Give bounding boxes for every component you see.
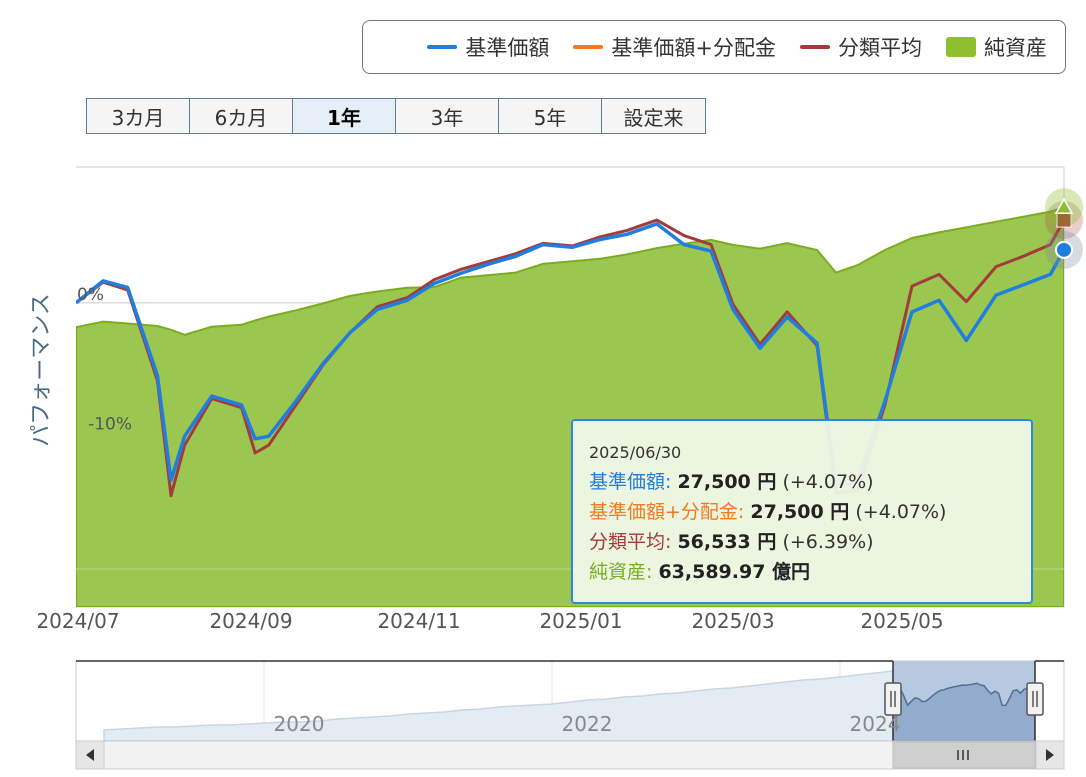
tooltip-navdist-value: 27,500 円: [750, 501, 850, 523]
chart-legend: 基準価額 基準価額+分配金 分類平均 純資産: [362, 20, 1066, 74]
tooltip-nav-label: 基準価額:: [589, 471, 672, 493]
tooltip-date: 2025/06/30: [589, 443, 682, 462]
navigator-handle-right[interactable]: [1026, 682, 1044, 716]
tooltip-row-category-avg: 分類平均: 56,533 円 (+6.39%): [589, 527, 1015, 557]
tooltip-avg-change: (+6.39%): [782, 531, 874, 553]
tooltip-navdist-label: 基準価額+分配金:: [589, 501, 745, 523]
range-button-since-inception[interactable]: 設定来: [602, 99, 705, 133]
legend-item-net-assets[interactable]: 純資産: [946, 32, 1047, 62]
chart-tooltip: 2025/06/30 基準価額: 27,500 円 (+4.07%) 基準価額+…: [571, 419, 1033, 604]
y-tick-label-0: 0%: [77, 285, 104, 305]
navigator-tick-label-1: 2022: [562, 712, 613, 736]
legend-box-net-assets: [946, 37, 976, 57]
tooltip-avg-label: 分類平均:: [589, 531, 672, 553]
tooltip-avg-value: 56,533 円: [677, 531, 777, 553]
legend-item-nav[interactable]: 基準価額: [427, 32, 549, 62]
range-selector: 3カ月 6カ月 1年 3年 5年 設定来: [86, 98, 706, 134]
x-tick-label-3: 2025/01: [539, 609, 622, 633]
navigator-tick-label-0: 2020: [274, 712, 325, 736]
range-button-1y[interactable]: 1年: [293, 99, 396, 133]
tooltip-row-nav-dist: 基準価額+分配金: 27,500 円 (+4.07%): [589, 497, 1015, 527]
x-tick-label-2: 2024/11: [377, 609, 460, 633]
navigator-tick-label-2: 2024: [850, 712, 901, 736]
navigator-handle-left[interactable]: [884, 682, 902, 716]
legend-label-nav: 基準価額: [465, 36, 550, 60]
legend-label-net-assets: 純資産: [984, 36, 1047, 60]
legend-line-nav: [427, 45, 458, 49]
x-tick-label-0: 2024/07: [36, 609, 119, 633]
legend-label-nav-dist: 基準価額+分配金: [611, 36, 776, 60]
tooltip-nav-value: 27,500 円: [677, 471, 777, 493]
legend-item-nav-dist[interactable]: 基準価額+分配金: [573, 32, 776, 62]
tooltip-aum-label: 純資産:: [589, 561, 653, 583]
y-tick-label-minus10: -10%: [88, 414, 132, 434]
x-tick-label-5: 2025/05: [860, 609, 943, 633]
scrollbar-thumb[interactable]: [892, 741, 1036, 769]
range-button-6m[interactable]: 6カ月: [190, 99, 293, 133]
legend-line-nav-dist: [573, 45, 604, 49]
range-button-3m[interactable]: 3カ月: [87, 99, 190, 133]
x-tick-label-4: 2025/03: [691, 609, 774, 633]
tooltip-row-nav: 基準価額: 27,500 円 (+4.07%): [589, 467, 1015, 497]
tooltip-aum-value: 63,589.97 億円: [658, 561, 811, 583]
range-button-3y[interactable]: 3年: [396, 99, 499, 133]
legend-line-category-avg: [800, 45, 830, 49]
legend-label-category-avg: 分類平均: [838, 36, 922, 60]
nav-marker: [1055, 240, 1073, 259]
x-tick-label-1: 2024/09: [209, 609, 292, 633]
legend-item-category-avg[interactable]: 分類平均: [800, 32, 922, 62]
tooltip-nav-change: (+4.07%): [782, 471, 874, 493]
y-axis-title: パフォーマンス: [29, 293, 54, 447]
tooltip-row-net-assets: 純資産: 63,589.97 億円: [589, 557, 1015, 587]
range-button-5y[interactable]: 5年: [499, 99, 602, 133]
tooltip-navdist-change: (+4.07%): [855, 501, 947, 523]
